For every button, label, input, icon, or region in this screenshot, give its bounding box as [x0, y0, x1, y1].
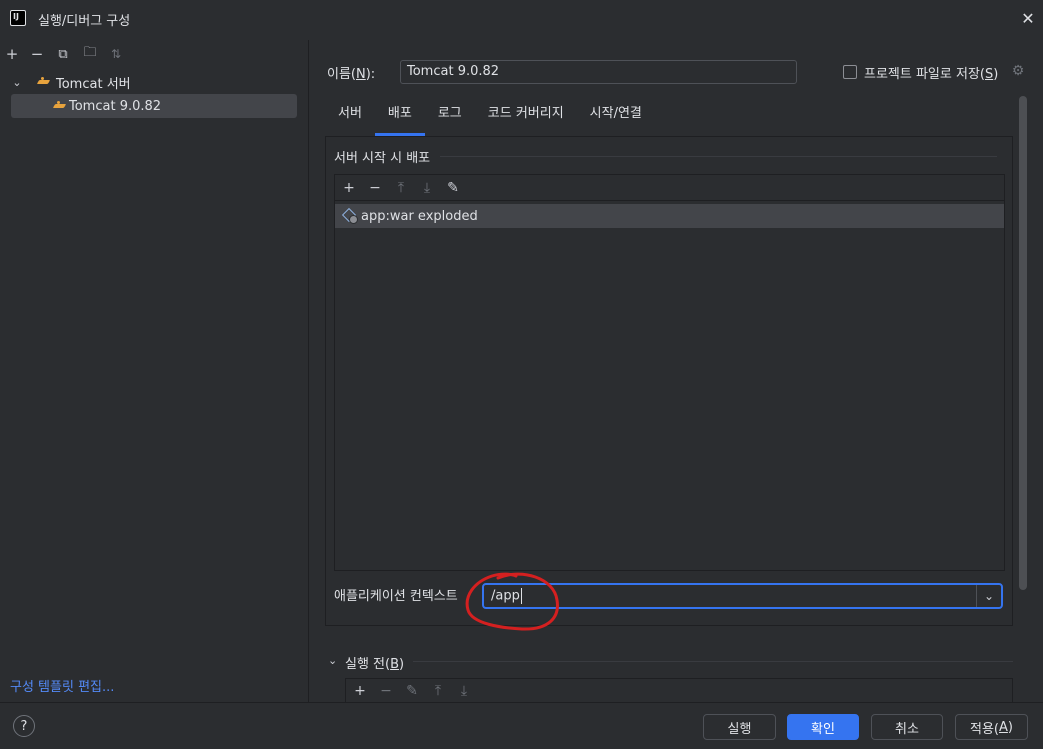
- gear-icon[interactable]: ⚙: [1010, 63, 1026, 79]
- tab-server[interactable]: 서버: [325, 96, 375, 136]
- ok-button[interactable]: 확인: [787, 714, 859, 740]
- config-tabs: 서버 배포 로그 코드 커버리지 시작/연결: [325, 96, 655, 136]
- window-title: 실행/디버그 구성: [38, 14, 131, 29]
- move-up-icon[interactable]: ⤒: [391, 178, 411, 198]
- store-as-project-file-label[interactable]: 프로젝트 파일로 저장(S): [864, 63, 998, 82]
- tomcat-icon: [54, 101, 66, 111]
- tree-node-label: Tomcat 서버: [56, 76, 131, 92]
- tomcat-icon: [38, 77, 50, 87]
- add-icon[interactable]: +: [350, 681, 370, 701]
- tab-deployment[interactable]: 배포: [374, 96, 425, 136]
- help-icon[interactable]: ?: [13, 715, 35, 737]
- deploy-on-startup-title: 서버 시작 시 배포: [334, 151, 431, 166]
- edit-templates-link[interactable]: 구성 템플릿 편집...: [10, 676, 114, 695]
- tree-node-label: Tomcat 9.0.82: [69, 98, 162, 114]
- app-context-label: 애플리케이션 컨텍스트: [334, 589, 458, 604]
- list-item[interactable]: app:war exploded: [335, 204, 1004, 228]
- tree-node-tomcat-config[interactable]: Tomcat 9.0.82: [11, 94, 297, 118]
- tab-code-coverage[interactable]: 코드 커버리지: [475, 96, 577, 136]
- move-up-icon[interactable]: ⤒: [428, 681, 448, 701]
- cancel-button[interactable]: 취소: [871, 714, 943, 740]
- artifact-icon: [343, 209, 358, 224]
- run-button[interactable]: 실행: [703, 714, 776, 740]
- chevron-down-icon[interactable]: ⌄: [10, 76, 24, 89]
- chevron-down-icon[interactable]: ⌄: [328, 654, 337, 667]
- close-icon[interactable]: ✕: [1018, 8, 1038, 28]
- apply-button[interactable]: 적용(A): [955, 714, 1028, 740]
- add-icon[interactable]: +: [339, 178, 359, 198]
- tree-node-tomcat-server[interactable]: ⌄ Tomcat 서버: [10, 72, 300, 92]
- app-logo-icon: IJ: [10, 10, 26, 26]
- tab-startup-connection[interactable]: 시작/연결: [577, 96, 655, 136]
- before-launch-title[interactable]: 실행 전(B): [345, 653, 404, 672]
- tab-logs[interactable]: 로그: [425, 96, 475, 136]
- chevron-down-icon[interactable]: ⌄: [977, 585, 1001, 607]
- remove-icon[interactable]: −: [376, 681, 396, 701]
- edit-icon[interactable]: ✎: [443, 178, 463, 198]
- new-folder-icon[interactable]: 🗀: [80, 44, 100, 64]
- artifact-list: [334, 174, 1005, 571]
- vertical-scrollbar[interactable]: [1019, 96, 1027, 590]
- annotation-circle: [465, 572, 559, 631]
- sort-icon[interactable]: ⇅: [106, 44, 126, 64]
- name-field[interactable]: Tomcat 9.0.82: [400, 60, 797, 84]
- title-bar: [0, 0, 1043, 40]
- section-divider: [440, 156, 997, 157]
- move-down-icon[interactable]: ⤓: [417, 178, 437, 198]
- remove-icon[interactable]: −: [27, 44, 47, 64]
- store-as-project-file-checkbox[interactable]: [843, 65, 857, 79]
- remove-icon[interactable]: −: [365, 178, 385, 198]
- section-divider: [413, 661, 1013, 662]
- move-down-icon[interactable]: ⤓: [454, 681, 474, 701]
- edit-icon[interactable]: ✎: [402, 681, 422, 701]
- copy-icon[interactable]: ⧉: [53, 44, 73, 64]
- name-label: 이름(N):: [327, 67, 376, 82]
- before-launch-toolbar: + − ✎ ⤒ ⤓: [345, 678, 1013, 702]
- artifact-toolbar: + − ⤒ ⤓ ✎: [335, 175, 1004, 201]
- configurations-panel: [0, 40, 309, 702]
- artifact-label: app:war exploded: [361, 208, 478, 224]
- add-icon[interactable]: +: [2, 44, 22, 64]
